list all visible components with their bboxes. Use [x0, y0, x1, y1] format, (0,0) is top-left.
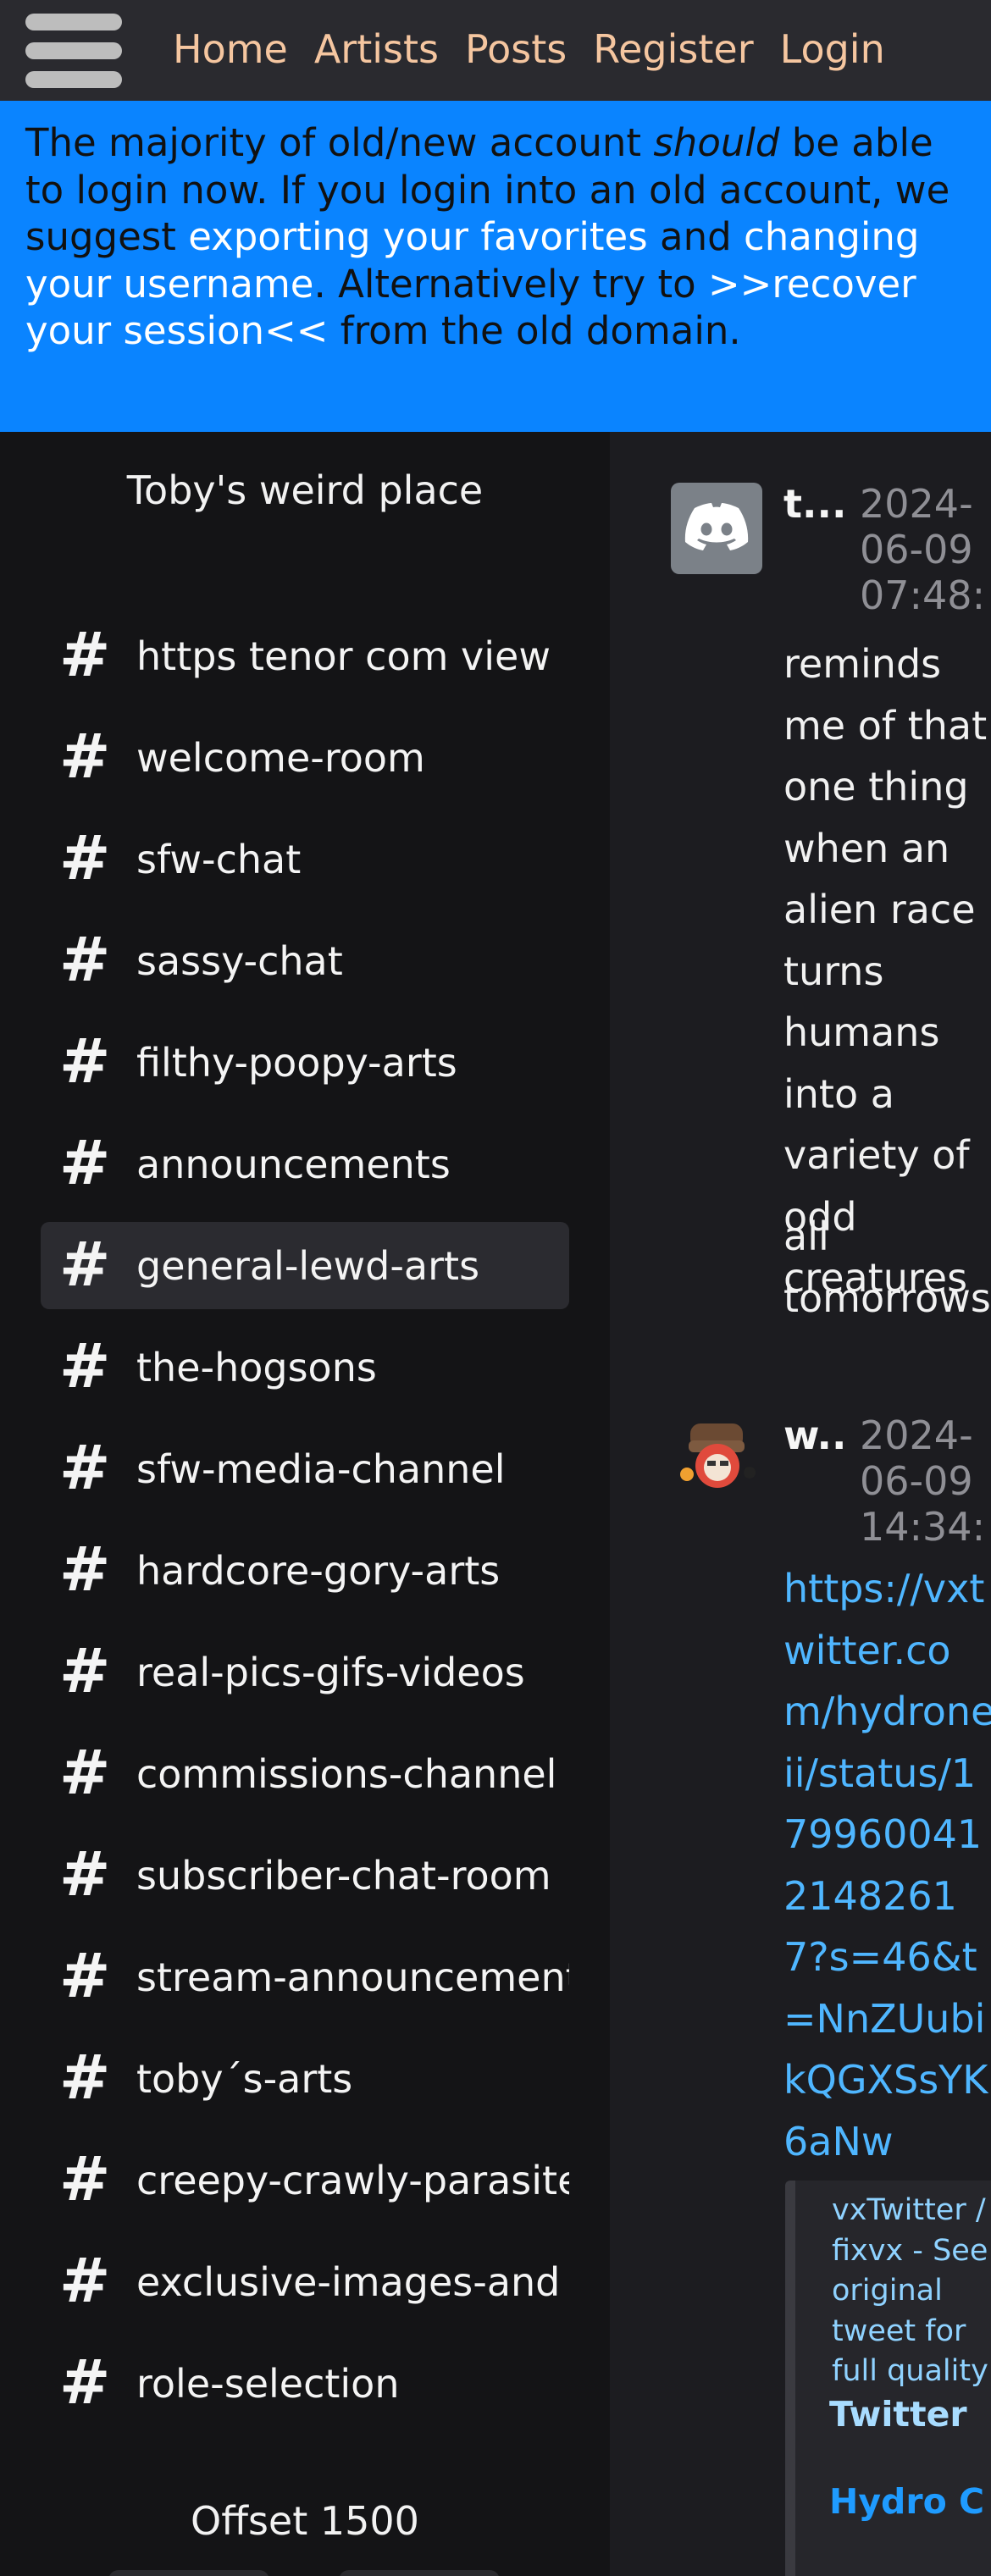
offset-label: Offset 1500 [191, 2498, 419, 2544]
message-author[interactable]: t... [783, 481, 846, 527]
channel-name: real-pics-gifs-videos [136, 1650, 525, 1695]
link-embed: vxTwitter / fixvx - See original tweet f… [785, 2181, 991, 2576]
embed-provider: Twitter [829, 2394, 967, 2435]
message-author[interactable]: w.. [783, 1412, 847, 1458]
channel-item[interactable]: # toby´s-arts [41, 2035, 569, 2122]
nav-posts-link[interactable]: Posts [465, 26, 567, 72]
hash-icon: # [59, 1432, 111, 1503]
banner-text-part: . Alternatively try to [313, 261, 708, 307]
user-avatar [675, 1418, 760, 1491]
channel-name: sfw-media-channel [136, 1446, 506, 1492]
channel-name: creepy-crawly-parasites [136, 2158, 569, 2203]
hash-icon: # [59, 1737, 111, 1808]
channel-name: hardcore-gory-arts [136, 1548, 501, 1594]
message-text: all tomorrows [783, 1213, 991, 1321]
channel-name: role-selection [136, 2361, 400, 2407]
channel-name: welcome-room [136, 735, 425, 781]
channel-name: https tenor com view [136, 633, 551, 679]
hash-icon: # [59, 2042, 111, 2113]
main-nav: Home Artists Posts Register Login [173, 22, 911, 76]
hash-icon: # [59, 619, 111, 690]
message-list: t... 2024-06-09 07:48: reminds me of tha… [610, 432, 991, 2576]
channel-item[interactable]: # stream-announcements [41, 1933, 569, 2020]
hash-icon: # [59, 2347, 111, 2418]
hash-icon: # [59, 1940, 111, 2011]
tweet-link[interactable]: https://vxtwitter.com/hydroneii/status/1… [783, 1558, 991, 2172]
hash-icon: # [59, 1534, 111, 1605]
channel-item[interactable]: # the-hogsons [41, 1324, 569, 1411]
channel-item[interactable]: # welcome-room [41, 714, 569, 801]
hash-icon: # [59, 1127, 111, 1198]
channel-name: subscriber-chat-room [136, 1853, 551, 1899]
channel-item[interactable]: # sfw-chat [41, 815, 569, 903]
top-navbar: Home Artists Posts Register Login [0, 0, 991, 101]
hash-icon: # [59, 2143, 111, 2214]
channel-name: general-lewd-arts [136, 1243, 480, 1289]
banner-text-part: from the old domain. [328, 308, 741, 353]
hash-icon: # [59, 924, 111, 995]
channel-item[interactable]: # real-pics-gifs-videos [41, 1628, 569, 1716]
channel-name: commissions-channel [136, 1751, 557, 1797]
embed-title-link[interactable]: Hydro C [829, 2481, 984, 2522]
channel-name: filthy-poopy-arts [136, 1040, 457, 1086]
channel-name: the-hogsons [136, 1345, 377, 1390]
banner-emphasis: should [653, 120, 780, 165]
hash-icon: # [59, 1635, 111, 1706]
export-favorites-link[interactable]: exporting your favorites [188, 214, 648, 259]
channel-name: toby´s-arts [136, 2056, 353, 2102]
banner-text-part: and [647, 214, 744, 259]
nav-register-link[interactable]: Register [593, 26, 753, 72]
hash-icon: # [59, 822, 111, 893]
nav-home-link[interactable]: Home [173, 26, 288, 72]
channel-item[interactable]: # hardcore-gory-arts [41, 1527, 569, 1614]
channel-item[interactable]: # announcements [41, 1120, 569, 1208]
hash-icon: # [59, 1025, 111, 1097]
banner-text: The majority of old/new account should b… [25, 119, 966, 355]
channel-name: sfw-chat [136, 837, 302, 882]
hash-icon: # [59, 2245, 111, 2316]
channel-item[interactable]: # https tenor com view [41, 612, 569, 699]
discord-avatar-icon [671, 483, 762, 574]
channel-item[interactable]: # sassy-chat [41, 917, 569, 1004]
server-name: Toby's weird place [126, 467, 484, 513]
announcement-banner: The majority of old/new account should b… [0, 101, 991, 432]
message-timestamp: 2024-06-09 14:34: [860, 1412, 986, 1550]
channel-sidebar: Toby's weird place # https tenor com view… [0, 432, 610, 2576]
hash-icon: # [59, 1229, 111, 1300]
channel-list: # https tenor com view # welcome-room # sfw… [41, 612, 569, 2441]
channel-name: stream-announcements [136, 1954, 569, 2000]
hamburger-menu-icon[interactable] [25, 12, 122, 90]
embed-description: vxTwitter / fixvx - See original tweet f… [832, 2193, 988, 2388]
channel-item[interactable]: # filthy-poopy-arts [41, 1019, 569, 1106]
channel-item[interactable]: # subscriber-chat-room [41, 1832, 569, 1919]
channel-name: sassy-chat [136, 938, 343, 984]
channel-item[interactable]: # creepy-crawly-parasites [41, 2137, 569, 2224]
message-timestamp: 2024-06-09 07:48: [860, 481, 986, 618]
nav-artists-link[interactable]: Artists [314, 26, 439, 72]
hash-icon: # [59, 1330, 111, 1401]
channel-name: exclusive-images-and [136, 2259, 561, 2305]
banner-text-part: The majority of old/new account [25, 120, 654, 165]
channel-item[interactable]: # exclusive-images-and [41, 2238, 569, 2325]
channel-item[interactable]: # commissions-channel [41, 1730, 569, 1817]
channel-name: announcements [136, 1142, 451, 1187]
pager-prev-button[interactable] [108, 2570, 269, 2576]
pager-next-button[interactable] [339, 2570, 500, 2576]
hash-icon: # [59, 1838, 111, 1910]
nav-login-link[interactable]: Login [780, 26, 885, 72]
channel-item-active[interactable]: # general-lewd-arts [41, 1222, 569, 1309]
channel-item[interactable]: # sfw-media-channel [41, 1425, 569, 1512]
channel-item[interactable]: # role-selection [41, 2340, 569, 2427]
hash-icon: # [59, 721, 111, 792]
